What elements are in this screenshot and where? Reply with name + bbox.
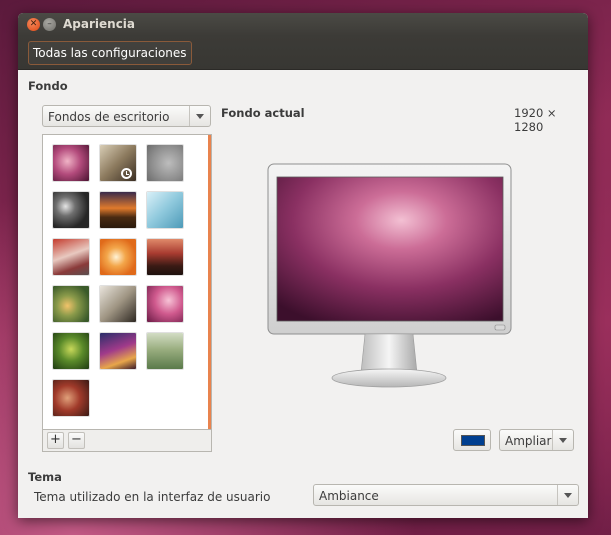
color-swatch	[461, 435, 485, 446]
monitor-power-icon	[494, 324, 506, 331]
appearance-window: ✕ – Apariencia Todas las configuraciones…	[18, 13, 588, 518]
wallpaper-pink-bokeh-thumbnail[interactable]	[147, 286, 183, 322]
wallpaper-blue-ice-thumbnail[interactable]	[147, 192, 183, 228]
wallpaper-gallery[interactable]	[42, 134, 212, 430]
placement-value: Ampliar	[505, 434, 552, 448]
monitor-screen-wallpaper	[276, 176, 504, 322]
close-window-icon[interactable]: ✕	[27, 18, 40, 31]
toolbar: Todas las configuraciones	[18, 36, 588, 70]
minimize-window-icon[interactable]: –	[43, 18, 56, 31]
theme-heading: Tema	[28, 470, 62, 484]
wallpaper-fox-sunset-thumbnail[interactable]	[100, 333, 136, 369]
gallery-footer: + −	[42, 429, 212, 452]
gallery-scroll-indicator[interactable]	[208, 135, 211, 430]
placement-combo[interactable]: Ampliar	[499, 429, 574, 451]
all-settings-button[interactable]: Todas las configuraciones	[28, 41, 192, 65]
background-heading: Fondo	[28, 79, 68, 93]
chevron-down-icon	[196, 114, 204, 119]
monitor-preview	[267, 163, 512, 388]
current-background-label: Fondo actual	[221, 106, 305, 120]
remove-wallpaper-button[interactable]: −	[68, 432, 85, 449]
theme-combo[interactable]: Ambiance	[313, 484, 579, 506]
chevron-down-icon	[564, 493, 572, 498]
titlebar: ✕ – Apariencia	[18, 13, 588, 36]
theme-value: Ambiance	[319, 489, 379, 503]
theme-description: Tema utilizado en la interfaz de usuario	[34, 490, 271, 504]
wallpaper-warty-final-thumbnail[interactable]	[53, 145, 89, 181]
background-source-value: Fondos de escritorio	[48, 110, 170, 124]
add-wallpaper-button[interactable]: +	[47, 432, 64, 449]
wallpaper-fountain-pen-thumbnail[interactable]	[100, 286, 136, 322]
chevron-down-icon	[559, 438, 567, 443]
background-source-combo[interactable]: Fondos de escritorio	[42, 105, 211, 127]
wallpaper-red-tree-road-thumbnail[interactable]	[53, 239, 89, 275]
window-title: Apariencia	[63, 17, 136, 31]
wallpaper-green-leaves-thumbnail[interactable]	[53, 333, 89, 369]
selected-clock-icon	[121, 168, 132, 179]
wallpaper-autumn-leaves-thumbnail[interactable]	[53, 380, 89, 416]
wallpaper-gears-thumbnail[interactable]	[53, 192, 89, 228]
wallpaper-sunset-field-thumbnail[interactable]	[100, 192, 136, 228]
wallpaper-grey-animal-thumbnail[interactable]	[147, 145, 183, 181]
wallpaper-tall-grass-thumbnail[interactable]	[147, 333, 183, 369]
resolution-label: 1920 × 1280	[514, 106, 557, 134]
wallpaper-orange-flowers-thumbnail[interactable]	[100, 239, 136, 275]
desktop-color-button[interactable]	[453, 429, 491, 451]
wallpaper-pen-clock-thumbnail[interactable]	[100, 145, 136, 181]
wallpaper-red-lake-thumbnail[interactable]	[147, 239, 183, 275]
wallpaper-poppy-flowers-thumbnail[interactable]	[53, 286, 89, 322]
